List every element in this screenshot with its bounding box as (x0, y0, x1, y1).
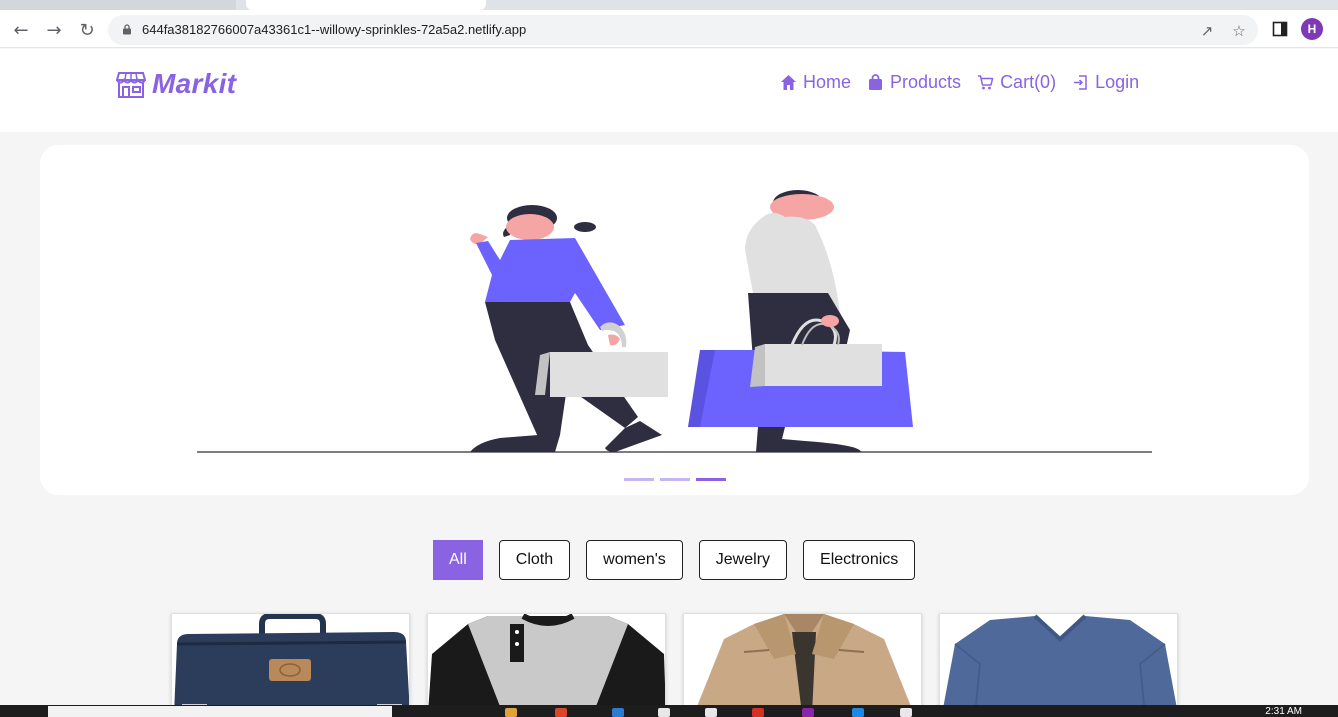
blue-vneck-tee-image (940, 614, 1177, 712)
cart-icon (978, 75, 994, 90)
site-header: Markit Home Products Cart(0) Login (0, 49, 1338, 132)
nav-products-label: Products (890, 72, 962, 92)
khaki-jacket-image (684, 614, 921, 712)
address-bar[interactable]: 644fa38182766007a43361c1--willowy-sprink… (108, 15, 1258, 45)
nav-home[interactable]: Home (780, 72, 851, 93)
hero-carousel[interactable] (40, 145, 1309, 495)
nav-cart-label: Cart(0) (1000, 72, 1057, 92)
profile-avatar[interactable]: H (1301, 18, 1323, 40)
taskbar-app-icon[interactable] (612, 708, 624, 717)
carousel-dot[interactable] (624, 478, 654, 481)
main-nav: Home Products Cart(0) Login (780, 72, 1139, 93)
filter-all-button[interactable]: All (433, 540, 483, 580)
taskbar-app-icon[interactable] (852, 708, 864, 717)
carousel-dot[interactable] (660, 478, 690, 481)
bag-icon (869, 74, 883, 90)
taskbar-app-icon[interactable] (555, 708, 567, 717)
home-icon (781, 75, 796, 90)
product-card-jacket[interactable] (683, 613, 922, 713)
taskbar-app-icon[interactable] (752, 708, 764, 717)
taskbar-app-icon[interactable] (505, 708, 517, 717)
store-icon (116, 72, 146, 98)
lock-icon (123, 24, 131, 35)
product-card-shirt[interactable] (427, 613, 666, 713)
nav-login-label: Login (1095, 72, 1140, 92)
nav-login[interactable]: Login (1072, 72, 1139, 93)
navy-bag-image (172, 614, 409, 712)
taskbar-app-icon[interactable] (900, 708, 912, 717)
filter-womens-button[interactable]: women's (586, 540, 683, 580)
nav-products[interactable]: Products (867, 72, 961, 93)
url-text[interactable]: 644fa38182766007a43361c1--willowy-sprink… (142, 22, 526, 37)
os-taskbar: 2:31 AM (0, 705, 1338, 717)
browser-tab-active[interactable] (246, 0, 486, 10)
taskbar-app-icon[interactable] (802, 708, 814, 717)
product-card-bag[interactable] (171, 613, 410, 713)
filter-electronics-button[interactable]: Electronics (803, 540, 916, 580)
carousel-dot-active[interactable] (696, 478, 726, 481)
taskbar-clock: 2:31 AM (1265, 706, 1302, 717)
filter-jewelry-button[interactable]: Jewelry (698, 540, 788, 580)
raglan-henley-shirt-image (428, 614, 665, 712)
brand-name: Markit (152, 68, 237, 99)
login-icon (1074, 75, 1087, 90)
taskbar-app-icon[interactable] (658, 708, 670, 717)
shopping-couple-illustration (197, 190, 1152, 453)
carousel-indicators (624, 478, 726, 481)
browser-tab-inactive[interactable] (0, 0, 236, 10)
back-icon[interactable]: ← (10, 19, 32, 41)
taskbar-app-icon[interactable] (705, 708, 717, 717)
product-grid (171, 613, 1178, 713)
bookmark-star-icon[interactable]: ☆ (1230, 22, 1248, 40)
side-panel-icon[interactable] (1272, 21, 1288, 37)
product-card-tee[interactable] (939, 613, 1178, 713)
filter-cloth-button[interactable]: Cloth (498, 540, 571, 580)
browser-tab-strip (0, 0, 1338, 10)
forward-icon[interactable]: → (43, 19, 65, 41)
reload-icon[interactable]: ↻ (76, 19, 98, 41)
share-icon[interactable]: ↗ (1198, 22, 1216, 40)
brand-logo[interactable]: Markit (116, 68, 236, 100)
category-filters: All Cloth women's Jewelry Electronics (433, 540, 916, 580)
nav-home-label: Home (803, 72, 852, 92)
nav-cart[interactable]: Cart(0) (977, 72, 1056, 93)
taskbar-search-box[interactable] (48, 706, 392, 717)
browser-toolbar: ← → ↻ 644fa38182766007a43361c1--willowy-… (0, 10, 1338, 48)
